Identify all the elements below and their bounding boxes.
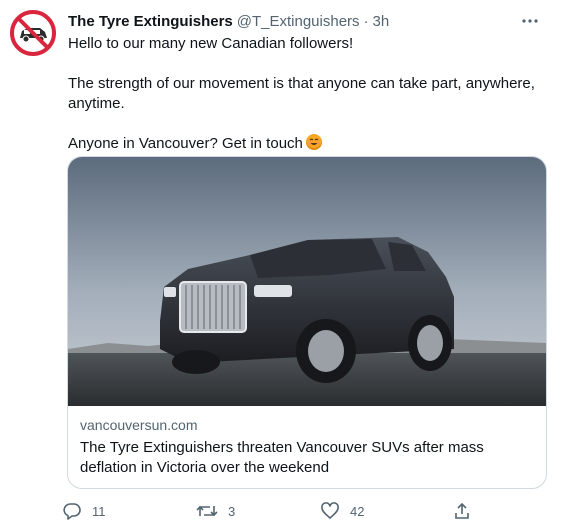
tweet-line: Anyone in Vancouver? Get in touch	[68, 135, 303, 152]
share-button[interactable]	[452, 500, 482, 522]
tweet-line: anytime.	[68, 95, 125, 112]
link-preview-card[interactable]: vancouversun.com The Tyre Extinguishers …	[67, 156, 547, 489]
card-image-luxury-suv	[68, 157, 546, 406]
timestamp[interactable]: 3h	[373, 13, 390, 30]
author-name[interactable]: The Tyre Extinguishers	[68, 13, 233, 30]
share-icon	[455, 502, 469, 519]
tweet-text: Hello to our many new Canadian followers…	[68, 34, 538, 154]
more-dots-icon	[522, 19, 538, 23]
avatar[interactable]	[9, 9, 57, 57]
card-domain: vancouversun.com	[80, 417, 198, 433]
smiling-face-emoji-icon	[305, 134, 322, 150]
tweet-actions: 11 3 42	[62, 500, 482, 522]
retweet-count: 3	[228, 503, 236, 519]
heart-icon	[321, 502, 339, 519]
reply-icon	[63, 503, 81, 520]
author-handle[interactable]: @T_Extinguishers	[237, 13, 360, 30]
like-button[interactable]: 42	[320, 500, 364, 522]
tweet-header: The Tyre Extinguishers @T_Extinguishers …	[68, 10, 549, 32]
like-count: 42	[350, 503, 365, 519]
no-suv-icon	[9, 9, 57, 57]
card-title: The Tyre Extinguishers threaten Vancouve…	[80, 439, 484, 476]
more-options-button[interactable]	[515, 10, 545, 32]
tweet-line: The strength of our movement is that any…	[68, 75, 535, 92]
tweet-line: Hello to our many new Canadian followers…	[68, 35, 354, 52]
retweet-icon	[196, 505, 218, 517]
tweet-line-with-emoji: Anyone in Vancouver? Get in touch	[68, 134, 538, 154]
retweet-button[interactable]: 3	[196, 500, 235, 522]
reply-button[interactable]: 11	[62, 500, 106, 522]
reply-count: 11	[92, 503, 106, 519]
card-meta: vancouversun.com The Tyre Extinguishers …	[68, 406, 546, 478]
separator-dot: ·	[363, 12, 369, 30]
